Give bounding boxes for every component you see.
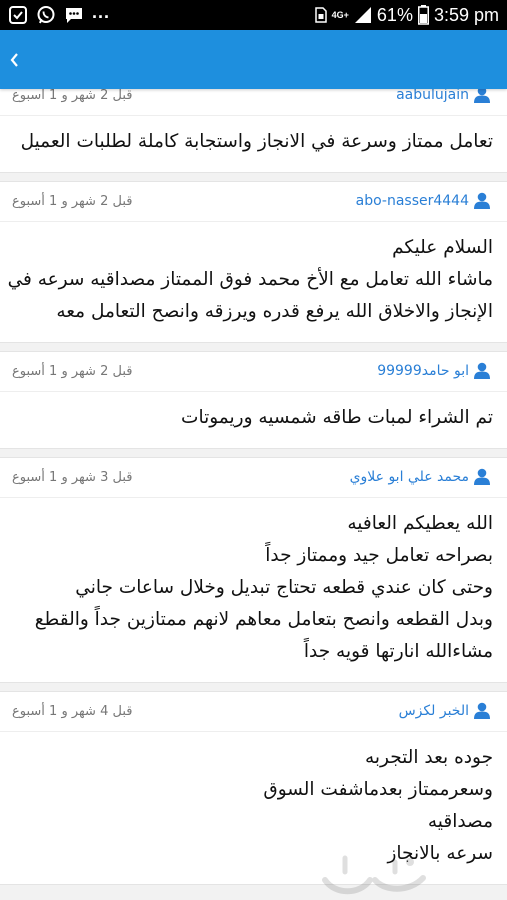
comment-author[interactable]: محمد علي ابو علاوي (350, 468, 491, 485)
username-link[interactable]: abo-nasser4444 (356, 193, 469, 209)
comment-author[interactable]: abo-nasser4444 (356, 192, 491, 209)
comment-card: قبل 2 شهر و 1 أسبوع aabulujain تعامل ممت… (0, 75, 507, 173)
comment-line: بصراحه تعامل جيد وممتاز جداً (265, 545, 493, 566)
comment-line: جوده بعد التجربه (364, 747, 493, 768)
battery-icon (417, 5, 429, 25)
comment-line: ماشاء الله تعامل مع الأخ محمد فوق الممتا… (7, 269, 493, 290)
comment-header: قبل 3 شهر و 1 أسبوع محمد علي ابو علاوي (0, 458, 507, 498)
comment-card: قبل 2 شهر و 1 أسبوع ابو حامد99999 تم الش… (0, 351, 507, 449)
comment-time: قبل 2 شهر و 1 أسبوع (12, 194, 133, 209)
comment-header: قبل 2 شهر و 1 أسبوع abo-nasser4444 (0, 182, 507, 222)
comment-author[interactable]: الخبر لكزس (399, 702, 491, 719)
comment-line: السلام عليكم (392, 237, 493, 258)
comment-body: الله يعطيكم العافيه بصراحه تعامل جيد ومم… (0, 498, 507, 682)
chevron-left-icon (10, 52, 18, 67)
comment-time: قبل 2 شهر و 1 أسبوع (12, 88, 133, 103)
comment-time: قبل 2 شهر و 1 أسبوع (12, 364, 133, 379)
username-link[interactable]: محمد علي ابو علاوي (350, 469, 469, 485)
back-button[interactable] (4, 40, 24, 80)
comment-line: وبدل القطعه وانصح بتعامل معاهم لانهم ممت… (34, 609, 493, 630)
comments-list: قبل 2 شهر و 1 أسبوع aabulujain تعامل ممت… (0, 75, 507, 893)
more-notifications-icon: ... (92, 1, 111, 22)
comment-line: تعامل ممتاز وسرعة في الانجاز واستجابة كا… (20, 131, 493, 152)
battery-percent: 61% (376, 4, 413, 25)
comment-line: الله يعطيكم العافيه (347, 513, 493, 534)
comment-card: قبل 2 شهر و 1 أسبوع abo-nasser4444 السلا… (0, 181, 507, 343)
user-icon (474, 362, 490, 379)
comment-time: قبل 4 شهر و 1 أسبوع (12, 704, 133, 719)
comment-body: تعامل ممتاز وسرعة في الانجاز واستجابة كا… (0, 116, 507, 172)
comment-time: قبل 3 شهر و 1 أسبوع (12, 470, 133, 485)
signal-icon (354, 7, 371, 23)
comment-card: قبل 3 شهر و 1 أسبوع محمد علي ابو علاوي ا… (0, 457, 507, 683)
comment-line: مصداقيه (427, 811, 493, 832)
network-type: 4G+ (331, 10, 349, 20)
user-icon (474, 702, 490, 719)
user-icon (474, 468, 490, 485)
notification-icon (9, 6, 27, 24)
whatsapp-icon (37, 6, 55, 24)
username-link[interactable]: ابو حامد99999 (377, 363, 469, 379)
comment-body: تم الشراء لمبات طاقه شمسيه وريموتات (0, 392, 507, 448)
comment-header: قبل 4 شهر و 1 أسبوع الخبر لكزس (0, 692, 507, 732)
user-icon (474, 192, 490, 209)
haraj-watermark-logo (322, 855, 426, 895)
comment-line: الإنجاز والاخلاق الله يرفع قدره ويرزقه و… (56, 301, 493, 322)
message-icon (66, 8, 82, 23)
comment-line: وحتى كان عندي قطعه تحتاج تبديل وخلال ساع… (75, 577, 493, 598)
comment-author[interactable]: ابو حامد99999 (377, 362, 491, 379)
comment-line: تم الشراء لمبات طاقه شمسيه وريموتات (181, 407, 493, 428)
comment-line: مشاءالله انارتها قويه جداً (303, 641, 493, 662)
app-bar (0, 30, 507, 89)
comment-header: قبل 2 شهر و 1 أسبوع ابو حامد99999 (0, 352, 507, 392)
sim-icon (314, 7, 327, 23)
clock: 3:59 pm (433, 4, 499, 25)
comment-line: وسعرممتاز بعدماشفت السوق (263, 779, 493, 800)
username-link[interactable]: الخبر لكزس (399, 703, 469, 719)
status-bar: ... 4G+ 61% 3:59 pm (0, 0, 507, 30)
comment-body: السلام عليكم ماشاء الله تعامل مع الأخ مح… (0, 222, 507, 342)
